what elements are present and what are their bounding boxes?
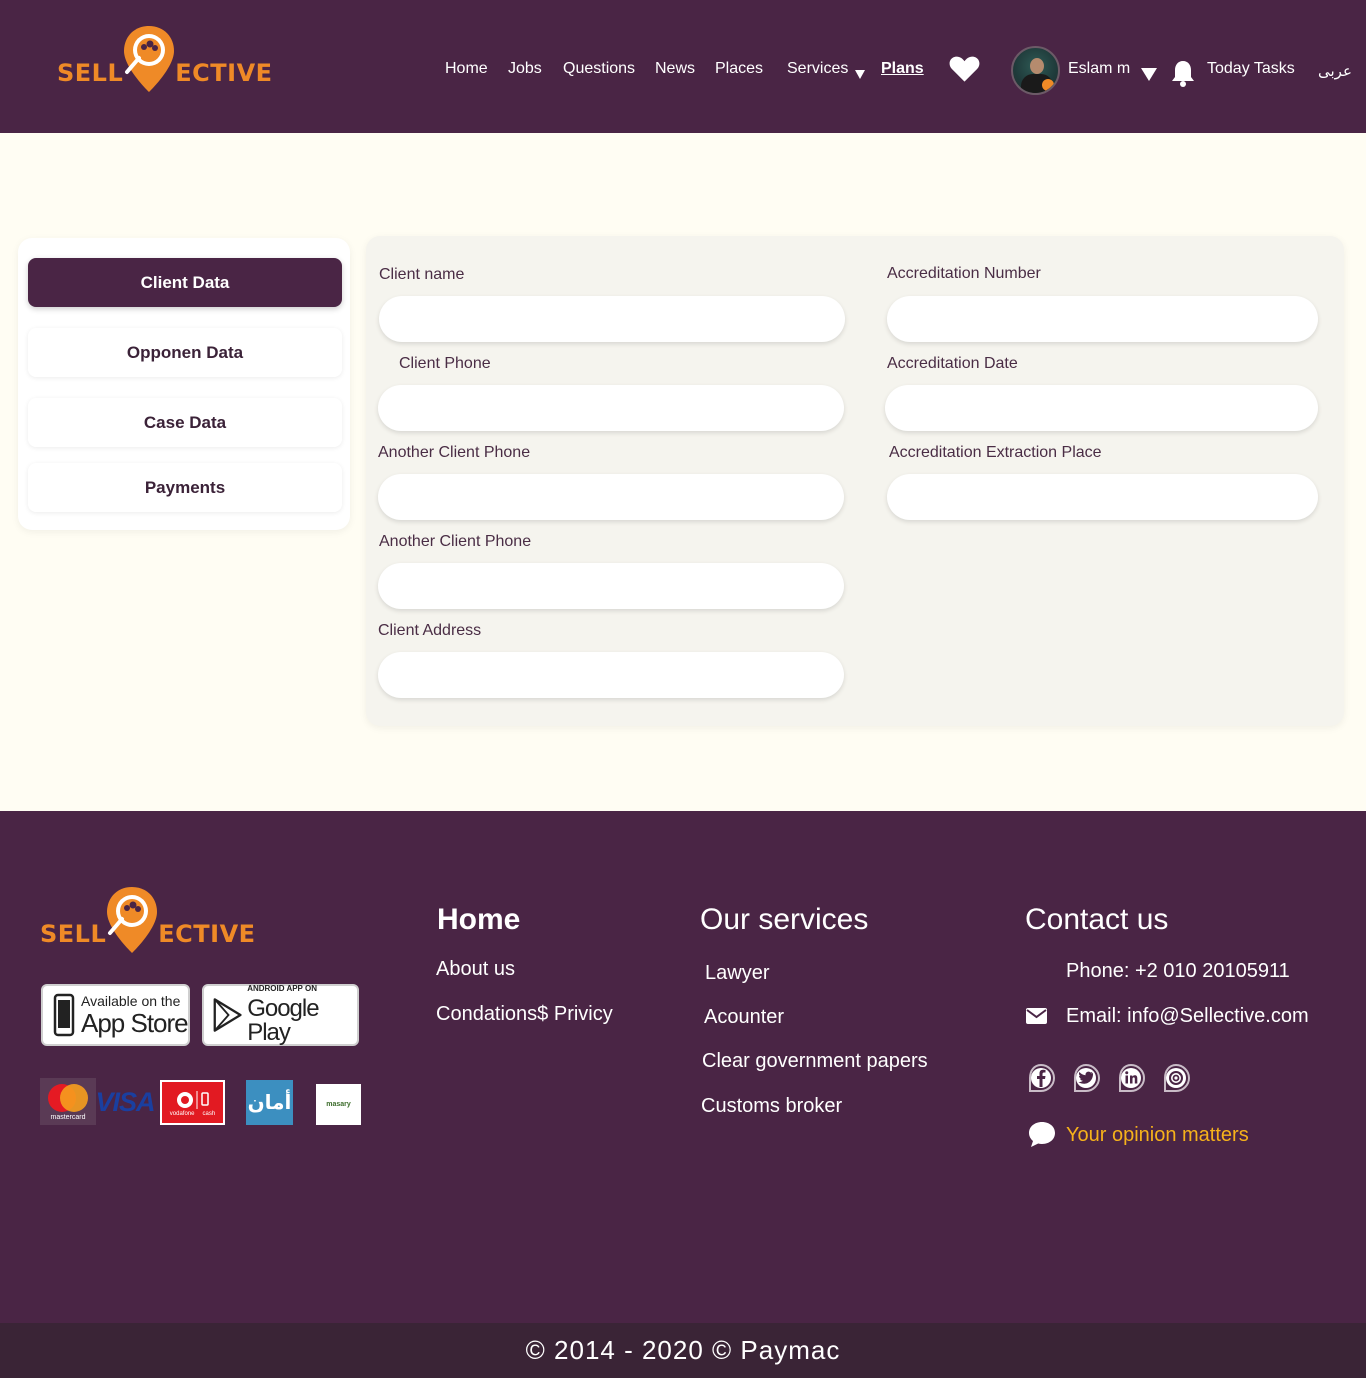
client-address-input[interactable] — [378, 652, 844, 698]
another-client-phone-2-input[interactable] — [378, 563, 844, 609]
nav-services[interactable]: Services — [787, 60, 848, 78]
accreditation-date-label: Accreditation Date — [887, 355, 1018, 372]
footer-service-customs-broker[interactable]: Customs broker — [701, 1095, 842, 1118]
vodafone-icon — [176, 1090, 209, 1109]
app-store-badge[interactable]: Available on the App Store — [41, 984, 190, 1046]
opinion-link[interactable]: Your opinion matters — [1066, 1124, 1249, 1147]
visa-logo: VISA — [95, 1086, 155, 1117]
footer-brand-right: ECTIVE — [158, 920, 256, 948]
another-client-phone-input[interactable] — [378, 474, 844, 520]
accreditation-place-label: Accreditation Extraction Place — [889, 444, 1102, 461]
aman-logo: أمان — [246, 1080, 293, 1125]
footer-services-heading: Our services — [700, 903, 869, 936]
facebook-icon[interactable] — [1026, 1063, 1056, 1093]
footer-email[interactable]: Email: info@Sellective.com — [1066, 1005, 1309, 1028]
twitter-icon[interactable] — [1071, 1063, 1101, 1093]
sidebar-item-client-data[interactable]: Client Data — [28, 258, 342, 307]
nav-plans[interactable]: Plans — [881, 60, 924, 78]
footer-phone: Phone: +2 010 20105911 — [1066, 960, 1290, 982]
envelope-icon — [1026, 1008, 1047, 1024]
nav-home[interactable]: Home — [445, 60, 488, 78]
top-navbar: SELL ECTIVE Home Jobs Questions News Pla… — [0, 0, 1366, 133]
mastercard-circles-icon — [48, 1084, 88, 1112]
app-store-main-text: App Store — [81, 1008, 189, 1038]
another-client-phone-label: Another Client Phone — [378, 444, 531, 461]
client-phone-input[interactable] — [378, 385, 844, 431]
copyright-text: © 2014 - 2020 © Paymac — [525, 1335, 841, 1365]
sidebar-item-opponent-data[interactable]: Opponen Data — [28, 328, 342, 377]
footer-service-gov-papers[interactable]: Clear government papers — [702, 1050, 928, 1073]
instagram-icon[interactable] — [1161, 1063, 1191, 1093]
google-play-main-text: Google Play — [247, 995, 319, 1046]
play-store-icon — [213, 998, 242, 1032]
vodafone-cash-logo: vodafone cash — [160, 1080, 225, 1125]
brand-pin-icon — [124, 26, 175, 92]
user-name[interactable]: Eslam m — [1068, 60, 1130, 78]
footer-home-heading: Home — [437, 903, 521, 936]
user-avatar[interactable] — [1011, 46, 1060, 95]
footer-service-accountant[interactable]: Acounter — [704, 1006, 784, 1029]
footer-about-link[interactable]: About us — [436, 958, 515, 981]
nav-places[interactable]: Places — [715, 60, 763, 78]
today-tasks-link[interactable]: Today Tasks — [1207, 60, 1295, 78]
footer-service-lawyer[interactable]: Lawyer — [705, 962, 769, 985]
google-play-top-text: ANDROID APP ON — [247, 984, 317, 993]
sidebar-item-payments[interactable]: Payments — [28, 463, 342, 512]
accreditation-number-label: Accreditation Number — [887, 265, 1041, 282]
client-name-label: Client name — [379, 266, 465, 283]
footer-privacy-link[interactable]: Condations$ Privicy — [436, 1003, 613, 1026]
client-name-input[interactable] — [379, 296, 845, 342]
chat-bubble-icon — [1029, 1122, 1055, 1147]
footer-brand-logo[interactable]: SELL ECTIVE — [40, 887, 256, 969]
nav-questions[interactable]: Questions — [563, 60, 635, 78]
copyright-bar: © 2014 - 2020 © Paymac — [0, 1323, 1366, 1378]
nav-news[interactable]: News — [655, 60, 695, 78]
mastercard-logo: mastercard — [40, 1078, 96, 1125]
brand-logo-right: ECTIVE — [175, 59, 273, 87]
footer-brand-pin-icon — [107, 887, 158, 953]
notification-bell-icon[interactable] — [1171, 59, 1195, 87]
accreditation-place-input[interactable] — [887, 474, 1318, 520]
online-status-dot — [1042, 79, 1054, 91]
favorites-heart-icon[interactable] — [949, 55, 980, 83]
google-play-badge[interactable]: ANDROID APP ON Google Play — [202, 984, 359, 1046]
accreditation-number-input[interactable] — [887, 296, 1318, 342]
client-phone-label: Client Phone — [399, 355, 491, 372]
phone-icon — [53, 993, 75, 1037]
footer-brand-left: SELL — [40, 920, 107, 948]
client-address-label: Client Address — [378, 622, 482, 639]
masary-logo: masary — [316, 1084, 361, 1125]
user-menu-dropdown-icon[interactable] — [1141, 68, 1157, 81]
brand-logo-left: SELL — [57, 59, 124, 87]
app-store-top-text: Available on the — [81, 993, 181, 1009]
accreditation-date-input[interactable] — [885, 385, 1318, 431]
sidebar-item-case-data[interactable]: Case Data — [28, 398, 342, 447]
services-dropdown-icon[interactable] — [855, 70, 865, 79]
another-client-phone-2-label: Another Client Phone — [379, 533, 532, 550]
linkedin-icon[interactable] — [1116, 1063, 1146, 1093]
footer-contact-heading: Contact us — [1025, 903, 1169, 936]
nav-jobs[interactable]: Jobs — [508, 60, 542, 78]
language-switch[interactable]: عربى — [1318, 62, 1352, 80]
brand-logo[interactable]: SELL ECTIVE — [57, 26, 273, 108]
